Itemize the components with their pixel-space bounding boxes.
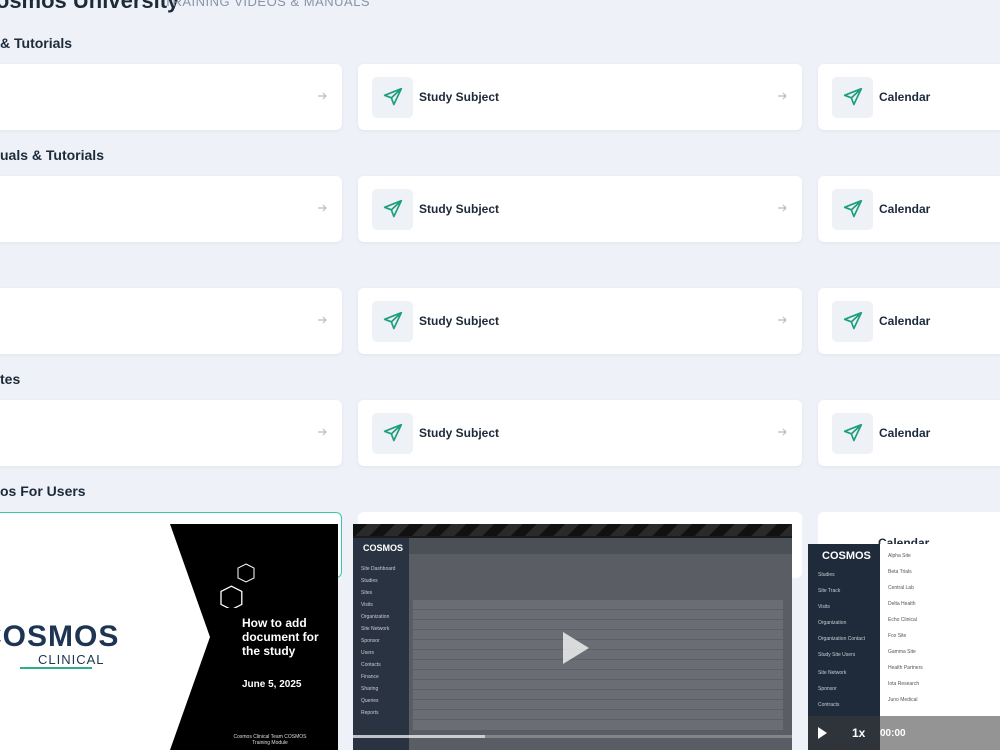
arrow-right-icon xyxy=(318,316,327,324)
arrow-right-icon xyxy=(318,428,327,436)
chevron-shape xyxy=(170,524,210,750)
module-card-study-subject[interactable]: Study Subject xyxy=(358,64,802,130)
paper-plane-icon xyxy=(372,300,413,342)
sidebar-item: Users xyxy=(361,650,375,656)
arrow-right-icon xyxy=(318,92,327,100)
card-label: Study Subject xyxy=(419,426,500,440)
card-label: Study Subject xyxy=(419,314,500,328)
module-card-calendar[interactable]: Calendar xyxy=(818,400,1000,466)
sidebar-item: Sponsor xyxy=(818,686,837,692)
video-controls: 1x 00:00 xyxy=(808,716,1000,750)
video-title: How to add document for the study xyxy=(242,616,319,658)
cosmos-logo-sub: CLINICAL xyxy=(38,652,105,667)
hexagon-icon xyxy=(220,563,255,608)
sidebar-item: Contacts xyxy=(361,662,381,668)
module-card-study-subject[interactable]: Study Subject xyxy=(358,400,802,466)
play-icon[interactable] xyxy=(563,632,589,664)
module-card[interactable] xyxy=(0,64,342,130)
section-heading: uals & Tutorials xyxy=(0,147,104,163)
list-item: Central Lab xyxy=(888,585,914,591)
list-item: Fox Site xyxy=(888,633,907,639)
sidebar-item: Site Track xyxy=(818,588,841,594)
sidebar-item: Visits xyxy=(818,604,830,610)
sidebar-item: Organization Contact xyxy=(818,636,865,642)
cosmos-logo: COSMOS xyxy=(822,550,871,562)
sidebar-item: Contracts xyxy=(818,702,840,708)
paper-plane-icon xyxy=(832,188,873,230)
arrow-right-icon xyxy=(778,428,787,436)
progress-fill xyxy=(353,735,485,738)
play-icon[interactable] xyxy=(818,727,827,739)
cosmos-logo: COSMOS xyxy=(363,543,404,553)
sidebar-item: Organization xyxy=(818,620,847,626)
list-item: Iota Research xyxy=(888,681,920,687)
playback-speed-button[interactable]: 1x xyxy=(852,726,865,740)
sidebar-item: Study Site Users xyxy=(818,652,856,658)
list-item: Juno Medical xyxy=(888,697,918,703)
logo-underline xyxy=(20,667,92,669)
paper-plane-icon xyxy=(372,188,413,230)
video-date: June 5, 2025 xyxy=(242,679,302,690)
sidebar-item: Sponsor xyxy=(361,638,380,644)
section-heading: os For Users xyxy=(0,483,86,499)
arrow-right-icon xyxy=(778,92,787,100)
sidebar-item: Studies xyxy=(818,572,835,578)
card-label: Study Subject xyxy=(419,202,500,216)
cosmos-logo: COSMOS xyxy=(0,620,120,653)
list-item: Beta Trials xyxy=(888,569,912,575)
video-player-2[interactable]: COSMOS Site Dashboard Studies Sites Visi… xyxy=(353,524,792,750)
data-table xyxy=(413,600,783,730)
module-card[interactable] xyxy=(0,176,342,242)
page-title: Cosmos University xyxy=(0,0,180,13)
sidebar-item: Sharing xyxy=(361,686,379,692)
paper-plane-icon xyxy=(372,76,413,118)
sidebar-item: Site Network xyxy=(361,626,390,632)
sidebar-item: Reports xyxy=(361,710,379,716)
module-card[interactable] xyxy=(0,400,342,466)
paper-plane-icon xyxy=(832,76,873,118)
list-item: Echo Clinical xyxy=(888,617,917,623)
list-item: Alpha Site xyxy=(888,553,911,559)
paper-plane-icon xyxy=(372,412,413,454)
arrow-right-icon xyxy=(318,204,327,212)
sidebar-item: Studies xyxy=(361,578,378,584)
video-time: 00:00 xyxy=(880,728,906,739)
list-item: Gamma Site xyxy=(888,649,916,655)
card-label: Calendar xyxy=(879,202,931,216)
sidebar-item: Site Dashboard xyxy=(361,566,396,572)
video-player-3[interactable]: COSMOS Studies Site Track Visits Organiz… xyxy=(808,544,1000,750)
sidebar-item: Finance xyxy=(361,674,379,680)
list-item: Health Partners xyxy=(888,665,923,671)
module-card-study-subject[interactable]: Study Subject xyxy=(358,176,802,242)
sidebar-item: Visits xyxy=(361,602,373,608)
section-heading: tes xyxy=(0,371,21,387)
module-card-calendar[interactable]: Calendar xyxy=(818,64,1000,130)
module-card[interactable] xyxy=(0,288,342,354)
module-card-calendar[interactable]: Calendar xyxy=(818,288,1000,354)
card-label: Calendar xyxy=(879,426,931,440)
card-label: Study Subject xyxy=(419,90,500,104)
arrow-right-icon xyxy=(778,316,787,324)
progress-bar[interactable] xyxy=(353,735,792,738)
page-subtitle: TRAINING VIDEOS & MANUALS xyxy=(164,0,371,9)
paper-plane-icon xyxy=(832,300,873,342)
sidebar-item: Queries xyxy=(361,698,379,704)
module-card-calendar[interactable]: Calendar xyxy=(818,176,1000,242)
sidebar-item: Site Network xyxy=(818,670,847,676)
sidebar-item: Sites xyxy=(361,590,373,596)
paper-plane-icon xyxy=(832,412,873,454)
sidebar-item: Organization xyxy=(361,614,390,620)
stripe-bar xyxy=(353,524,792,536)
card-label: Calendar xyxy=(879,314,931,328)
module-card-study-subject[interactable]: Study Subject xyxy=(358,288,802,354)
video-footer: Cosmos Clinical Team COSMOS Training Mod… xyxy=(233,734,307,746)
video-player-1[interactable]: COSMOS CLINICAL How to add document for … xyxy=(0,524,338,750)
arrow-right-icon xyxy=(778,204,787,212)
card-label: Calendar xyxy=(879,90,931,104)
section-heading: & Tutorials xyxy=(0,35,73,51)
app-topbar xyxy=(409,538,792,554)
list-item: Delta Health xyxy=(888,601,916,607)
record-list: Alpha Site Beta Trials Central Lab Delta… xyxy=(888,548,923,708)
